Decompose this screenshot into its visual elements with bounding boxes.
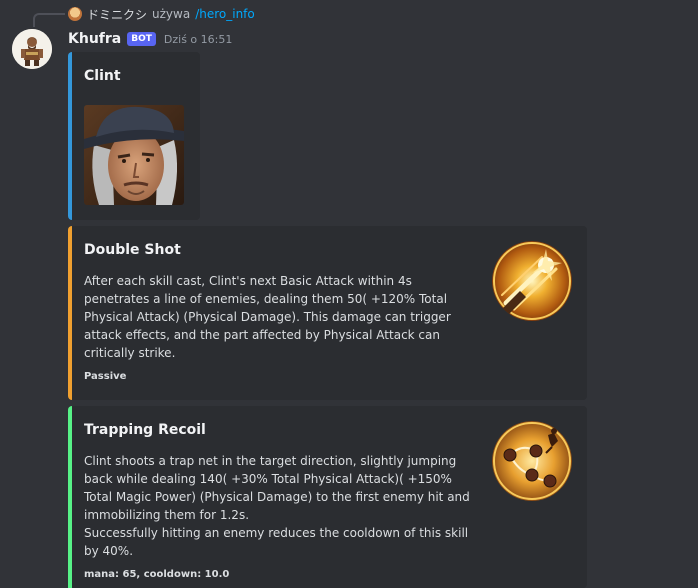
trapping-recoil-skill-icon[interactable] xyxy=(492,421,572,501)
skill-description-line: Successfully hitting an enemy reduces th… xyxy=(84,526,469,558)
reply-action-text: używa xyxy=(152,7,191,21)
message-timestamp[interactable]: Dziś o 16:51 xyxy=(164,33,232,46)
skill-description: Clint shoots a trap net in the target di… xyxy=(84,452,474,560)
hero-portrait-image[interactable] xyxy=(84,105,184,205)
command-reply-line[interactable]: ドミニクシ używa /hero_info xyxy=(68,6,255,22)
chat-message: ドミニクシ używa /hero_info Khufra BOT Dziś o… xyxy=(0,0,698,588)
reply-connector xyxy=(33,13,65,27)
hero-name: Clint xyxy=(84,68,121,84)
skill-description-line: After each skill cast, Clint's next Basi… xyxy=(84,274,451,360)
hero-embed: Clint xyxy=(68,52,200,220)
reply-user-avatar[interactable] xyxy=(68,7,82,21)
skill-footer: mana: 65, cooldown: 10.0 xyxy=(84,569,230,580)
bot-badge: BOT xyxy=(127,32,156,46)
skill-description: After each skill cast, Clint's next Basi… xyxy=(84,272,474,362)
skill-embed-trapping-recoil: Trapping Recoil Clint shoots a trap net … xyxy=(68,406,587,588)
reply-username[interactable]: ドミニクシ xyxy=(87,6,147,23)
double-shot-skill-icon[interactable] xyxy=(492,241,572,321)
author-avatar[interactable] xyxy=(12,29,52,69)
skill-title: Trapping Recoil xyxy=(84,422,206,438)
skill-embed-passive: Double Shot After each skill cast, Clint… xyxy=(68,226,587,400)
skill-description-line: Clint shoots a trap net in the target di… xyxy=(84,454,470,522)
author-username[interactable]: Khufra xyxy=(68,31,121,47)
skill-footer: Passive xyxy=(84,371,127,382)
reply-command-link[interactable]: /hero_info xyxy=(195,7,255,21)
message-header: Khufra BOT Dziś o 16:51 xyxy=(68,29,232,49)
skill-title: Double Shot xyxy=(84,242,181,258)
